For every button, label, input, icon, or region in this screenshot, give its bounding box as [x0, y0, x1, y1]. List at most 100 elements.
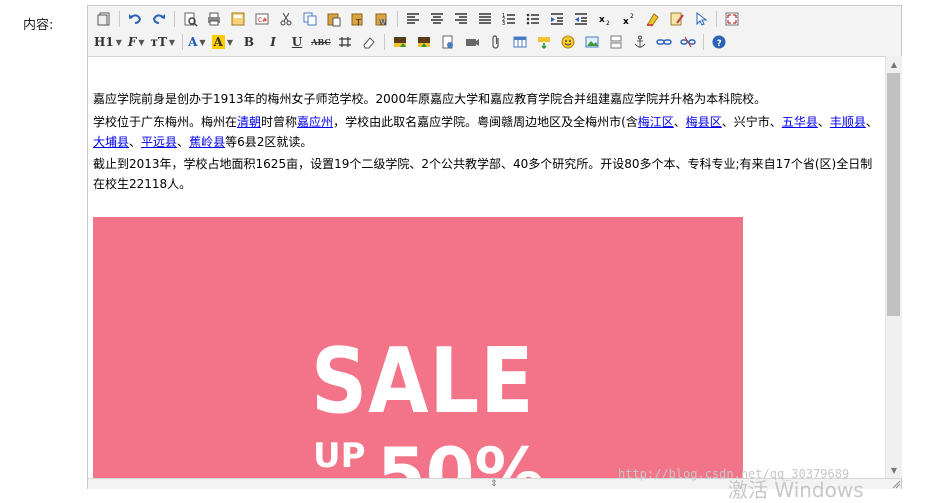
paragraph-text: 、	[129, 135, 142, 149]
font-color-value: A	[188, 35, 198, 49]
insert-row-icon[interactable]	[390, 32, 410, 52]
superscript-icon[interactable]: x2	[619, 9, 639, 29]
font-color-dropdown[interactable]: A ▼	[188, 32, 205, 52]
copy-icon[interactable]	[300, 9, 320, 29]
font-size-dropdown[interactable]: тT ▼	[151, 32, 176, 52]
place-link[interactable]: 大埔县	[93, 135, 129, 149]
background-color-value: A	[211, 35, 225, 49]
page-break-icon[interactable]	[606, 32, 626, 52]
scroll-up-icon[interactable]: ▲	[886, 56, 902, 72]
font-family-dropdown[interactable]: F ▼	[128, 32, 145, 52]
place-link[interactable]: 丰顺县	[830, 115, 866, 129]
svg-text:C#: C#	[258, 17, 267, 24]
svg-text:2: 2	[630, 13, 634, 20]
paste-word-icon[interactable]: W	[372, 9, 392, 29]
paste-icon[interactable]	[324, 9, 344, 29]
attachment-icon[interactable]	[486, 32, 506, 52]
rich-text-editor[interactable]: C# T W 123 x2 x2 H1 ▼ F ▼ тT ▼ A ▼ A ▼ B…	[87, 5, 902, 489]
toolbar-separator	[119, 11, 120, 27]
indent-icon[interactable]	[547, 9, 567, 29]
font-family-value: F	[127, 35, 137, 49]
corner-resize-icon[interactable]	[891, 479, 901, 489]
print-icon[interactable]	[204, 9, 224, 29]
toolbar-row-1: C# T W 123 x2 x2	[94, 8, 746, 30]
italic-button[interactable]: I	[263, 32, 283, 52]
insert-frame-icon[interactable]	[534, 32, 554, 52]
sale-banner-image[interactable]: SALE UP 50%	[93, 217, 743, 478]
paragraph-text: 截止到2013年，学校占地面积1625亩，设置19个二级学院、2个公共教学部、4…	[93, 157, 873, 191]
place-link[interactable]: 平远县	[141, 135, 177, 149]
clear-format-icon[interactable]	[643, 9, 663, 29]
redo-icon[interactable]	[149, 9, 169, 29]
format-painter-icon[interactable]	[667, 9, 687, 29]
chevron-down-icon: ▼	[226, 37, 233, 47]
template-icon[interactable]	[228, 9, 248, 29]
toolbar-separator	[384, 34, 385, 50]
fullscreen-icon[interactable]	[722, 9, 742, 29]
content-field-label: 内容:	[23, 18, 54, 33]
svg-text:T: T	[355, 18, 361, 27]
place-link[interactable]: 蕉岭县	[189, 135, 225, 149]
scrollbar-thumb[interactable]	[887, 73, 900, 316]
outdent-icon[interactable]	[571, 9, 591, 29]
editor-toolbar: C# T W 123 x2 x2 H1 ▼ F ▼ тT ▼ A ▼ A ▼ B…	[88, 6, 901, 57]
video-icon[interactable]	[462, 32, 482, 52]
align-right-icon[interactable]	[451, 9, 471, 29]
editor-content-area[interactable]: 嘉应学院前身是创办于1913年的梅州女子师范学校。2000年原嘉应大学和嘉应教育…	[88, 56, 885, 478]
place-link[interactable]: 梅县区	[686, 115, 722, 129]
chevron-down-icon: ▼	[138, 37, 145, 47]
paste-text-icon[interactable]: T	[348, 9, 368, 29]
paragraph-text: 、	[865, 115, 878, 129]
eraser-icon[interactable]	[359, 32, 379, 52]
unordered-list-icon[interactable]	[523, 9, 543, 29]
paragraph-text: 学校位于广东梅州。梅州在	[93, 115, 238, 129]
preview-icon[interactable]	[180, 9, 200, 29]
place-link[interactable]: 嘉应州	[297, 115, 333, 129]
paragraph-text: ，学校由此取名嘉应学院。粤闽赣周边地区及全梅州市(含	[333, 115, 638, 129]
heading-dropdown[interactable]: H1 ▼	[94, 32, 122, 52]
image-icon[interactable]	[582, 32, 602, 52]
toolbar-separator	[182, 34, 184, 50]
subscript-icon[interactable]: x2	[595, 9, 615, 29]
svg-text:x: x	[599, 15, 605, 25]
paragraph-3: 截止到2013年，学校占地面积1625亩，设置19个二级学院、2个公共教学部、4…	[93, 154, 878, 194]
link-icon[interactable]	[654, 32, 674, 52]
paragraph-text: 嘉应学院前身是创办于1913年的梅州女子师范学校。2000年原嘉应大学和嘉应教育…	[93, 92, 767, 106]
help-icon[interactable]: ?	[709, 32, 729, 52]
underline-button[interactable]: U	[287, 32, 307, 52]
font-size-value: тT	[150, 35, 167, 49]
code-block-icon[interactable]: C#	[252, 9, 272, 29]
undo-icon[interactable]	[125, 9, 145, 29]
place-link[interactable]: 梅江区	[638, 115, 674, 129]
paragraph-text: 、	[177, 135, 190, 149]
align-center-icon[interactable]	[427, 9, 447, 29]
link-image-icon[interactable]	[438, 32, 458, 52]
emoticon-icon[interactable]	[558, 32, 578, 52]
ordered-list-icon[interactable]: 123	[499, 9, 519, 29]
chevron-down-icon: ▼	[168, 37, 176, 47]
insert-column-icon[interactable]	[414, 32, 434, 52]
vertical-scrollbar[interactable]: ▲ ▼	[885, 56, 902, 478]
select-all-icon[interactable]	[691, 9, 711, 29]
align-justify-icon[interactable]	[475, 9, 495, 29]
align-left-icon[interactable]	[403, 9, 423, 29]
place-link[interactable]: 清朝	[237, 115, 261, 129]
heading-value: H1	[94, 35, 114, 49]
source-code-icon[interactable]	[94, 9, 114, 29]
svg-text:?: ?	[717, 39, 722, 49]
cut-icon[interactable]	[276, 9, 296, 29]
strikethrough-button[interactable]: ABC	[311, 32, 331, 52]
scroll-down-icon[interactable]: ▼	[886, 462, 902, 478]
unlink-icon[interactable]	[678, 32, 698, 52]
horizontal-rule-icon[interactable]	[335, 32, 355, 52]
place-link[interactable]: 五华县	[782, 115, 818, 129]
background-color-dropdown[interactable]: A ▼	[211, 32, 233, 52]
resize-handle-icon[interactable]: ⇕	[490, 479, 498, 489]
toolbar-separator	[397, 11, 398, 27]
anchor-icon[interactable]	[630, 32, 650, 52]
paragraph-2: 学校位于广东梅州。梅州在清朝时曾称嘉应州，学校由此取名嘉应学院。粤闽赣周边地区及…	[93, 112, 878, 152]
toolbar-separator	[703, 34, 704, 50]
bold-button[interactable]: B	[239, 32, 259, 52]
table-icon[interactable]	[510, 32, 530, 52]
paragraph-text: 等6县2区就读。	[225, 135, 313, 149]
